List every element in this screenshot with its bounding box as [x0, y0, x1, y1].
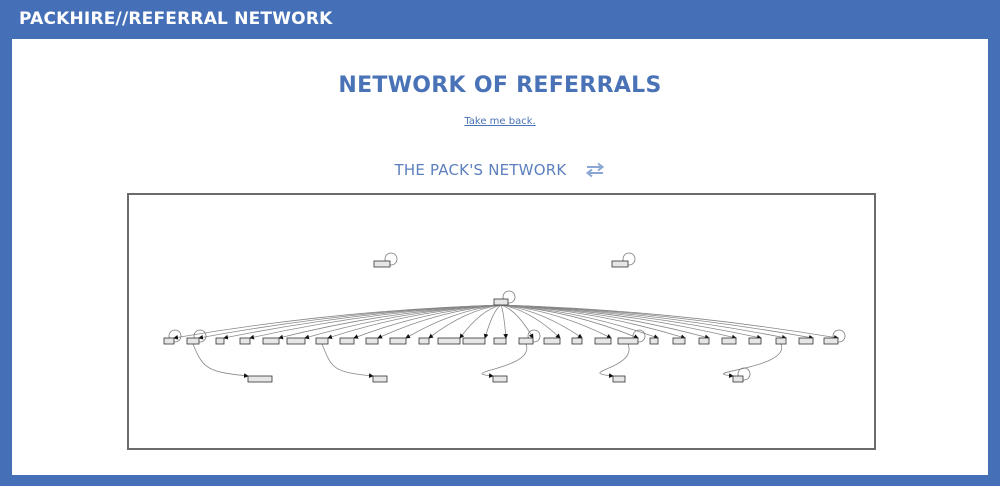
referral-node[interactable]: [492, 375, 508, 383]
referral-edge: [500, 304, 509, 339]
page-title: NETWORK OF REFERRALS: [338, 73, 662, 98]
graph-canvas: [163, 252, 846, 383]
app-title: PACKHIRE//REFERRAL NETWORK: [19, 9, 333, 29]
referral-node[interactable]: [721, 337, 737, 345]
referral-node[interactable]: [698, 337, 710, 345]
referral-node[interactable]: [732, 375, 744, 383]
referral-node[interactable]: [594, 337, 612, 345]
referral-node[interactable]: [611, 260, 629, 268]
referral-node[interactable]: [186, 337, 200, 345]
referral-node[interactable]: [493, 298, 509, 306]
referral-node[interactable]: [649, 337, 659, 345]
back-link-row: Take me back.: [12, 116, 988, 127]
referral-edge: [599, 343, 630, 378]
referral-edge: [483, 304, 502, 339]
main-panel: NETWORK OF REFERRALS Take me back. THE P…: [12, 39, 988, 475]
referral-node[interactable]: [365, 337, 379, 345]
referral-node[interactable]: [612, 375, 626, 383]
referral-node[interactable]: [215, 337, 225, 345]
referral-node[interactable]: [617, 337, 639, 345]
app-window: PACKHIRE//REFERRAL NETWORK NETWORK OF RE…: [0, 0, 1000, 486]
referral-node[interactable]: [748, 337, 762, 345]
referral-edge: [192, 343, 249, 378]
referral-node[interactable]: [798, 337, 814, 345]
referral-node[interactable]: [418, 337, 430, 345]
referral-node[interactable]: [543, 337, 561, 345]
referral-node[interactable]: [493, 337, 507, 345]
referral-node[interactable]: [163, 337, 175, 345]
referral-node[interactable]: [286, 337, 306, 345]
back-link[interactable]: Take me back.: [464, 116, 535, 127]
network-graph[interactable]: [127, 193, 876, 450]
referral-node[interactable]: [373, 260, 391, 268]
referral-node[interactable]: [437, 337, 461, 345]
section-title: THE PACK'S NETWORK: [394, 160, 567, 179]
referral-edge: [500, 304, 737, 340]
referral-node[interactable]: [672, 337, 686, 345]
referral-edge: [723, 343, 782, 378]
referral-node[interactable]: [239, 337, 251, 345]
referral-node[interactable]: [339, 337, 355, 345]
section-header: THE PACK'S NETWORK: [12, 159, 988, 179]
referral-node[interactable]: [775, 337, 787, 345]
referral-node[interactable]: [389, 337, 407, 345]
referral-node[interactable]: [247, 375, 273, 383]
referral-node[interactable]: [571, 337, 583, 345]
referral-edge: [321, 343, 374, 378]
referral-node[interactable]: [462, 337, 486, 345]
referral-node[interactable]: [518, 337, 534, 345]
referral-node[interactable]: [372, 375, 388, 383]
referral-node[interactable]: [823, 337, 839, 345]
referral-node[interactable]: [262, 337, 280, 345]
swap-arrows-icon[interactable]: [585, 162, 605, 178]
referral-edge: [481, 343, 528, 378]
referral-node[interactable]: [315, 337, 329, 345]
